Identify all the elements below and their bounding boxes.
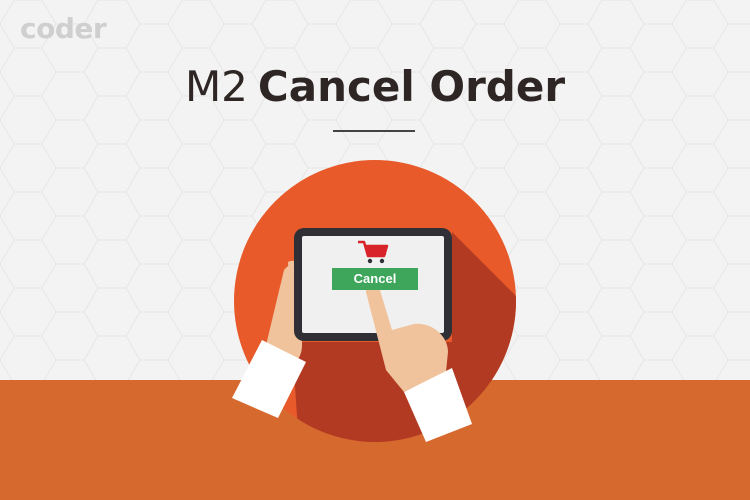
tablet-illustration bbox=[232, 160, 516, 442]
cancel-button[interactable]: Cancel bbox=[332, 268, 418, 290]
